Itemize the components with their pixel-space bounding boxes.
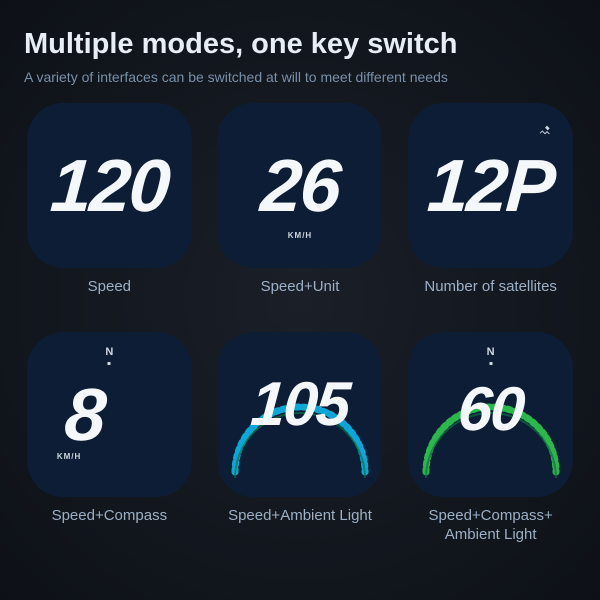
mode-speed: 120 Speed <box>24 103 195 318</box>
mode-tile[interactable]: N 8 KM/H <box>27 332 192 497</box>
mode-caption: Speed+Unit <box>261 278 340 318</box>
compass-n-icon: N <box>105 346 113 358</box>
speed-value: 105 <box>249 374 351 436</box>
mode-speed-compass: N 8 KM/H Speed+Compass <box>24 332 195 547</box>
satellite-icon <box>537 123 553 144</box>
mode-tile[interactable]: 105 <box>217 332 382 497</box>
mode-tile[interactable]: N 60 <box>408 332 573 497</box>
mode-speed-light: 105 Speed+Ambient Light <box>215 332 386 547</box>
modes-grid: 120 Speed 26 KM/H Speed+Unit 12P Number … <box>24 103 576 547</box>
mode-tile[interactable]: 120 <box>27 103 192 268</box>
unit-label: KM/H <box>288 231 312 240</box>
compass-dot-icon <box>489 362 492 365</box>
satellite-value: 12P <box>425 149 556 223</box>
page-title: Multiple modes, one key switch <box>24 28 576 61</box>
mode-satellites: 12P Number of satellites <box>405 103 576 318</box>
mode-caption: Number of satellites <box>424 278 557 318</box>
mode-caption: Speed+Ambient Light <box>228 507 372 547</box>
compass-n-icon: N <box>487 346 495 358</box>
mode-caption: Speed+Compass+ Ambient Light <box>405 507 576 547</box>
compass-dot-icon <box>108 362 111 365</box>
speed-value: 60 <box>456 379 525 441</box>
page-subtitle: A variety of interfaces can be switched … <box>24 69 576 85</box>
mode-speed-compass-light: N 60 Speed+Compass+ Ambient Light <box>405 332 576 547</box>
mode-speed-unit: 26 KM/H Speed+Unit <box>215 103 386 318</box>
speed-value: 8 <box>62 378 106 452</box>
speed-value: 120 <box>48 149 171 223</box>
mode-tile[interactable]: 26 KM/H <box>217 103 382 268</box>
mode-caption: Speed <box>88 278 131 318</box>
mode-caption: Speed+Compass <box>52 507 168 547</box>
speed-value: 26 <box>258 149 341 223</box>
mode-tile[interactable]: 12P <box>408 103 573 268</box>
